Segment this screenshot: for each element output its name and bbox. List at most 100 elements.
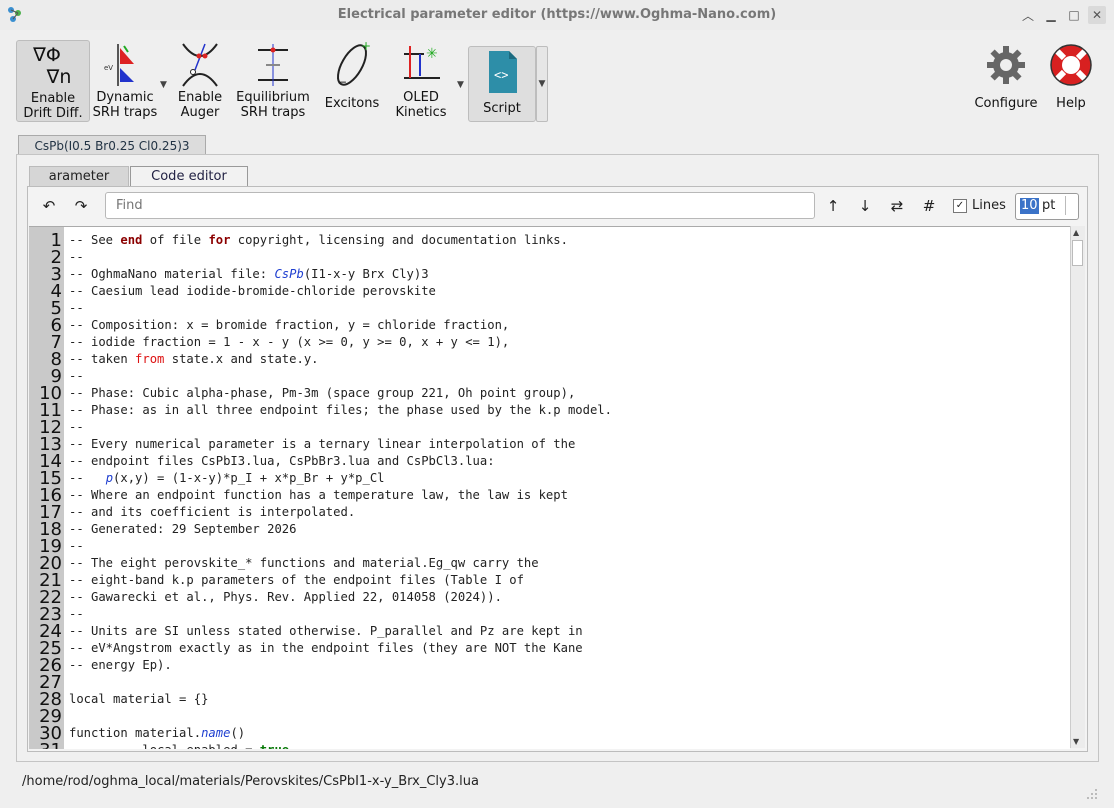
- drift-label-line2: Drift Diff.: [23, 106, 83, 121]
- code-line: -- eV*Angstrom exactly as in the endpoin…: [69, 640, 583, 657]
- code-line: -- p(x,y) = (1-x-y)*p_I + x*p_Br + y*p_C…: [69, 470, 385, 487]
- find-input[interactable]: [105, 192, 815, 219]
- scroll-down-icon[interactable]: ▼: [1073, 737, 1079, 746]
- file-path-status: /home/rod/oghma_local/materials/Perovski…: [22, 774, 479, 789]
- oled-dropdown-arrow-icon[interactable]: ▼: [457, 80, 464, 90]
- eq-label-line2: SRH traps: [240, 105, 306, 120]
- enable-drift-diff-button[interactable]: ∇Φ ∇n Enable Drift Diff.: [16, 40, 90, 122]
- auger-label-line2: Auger: [180, 105, 220, 120]
- code-token: --: [69, 471, 106, 485]
- font-size-value[interactable]: 10: [1020, 198, 1039, 214]
- configure-button[interactable]: Configure: [972, 40, 1040, 120]
- dynamic-srh-traps-button[interactable]: eV Dynamic SRH traps: [90, 40, 160, 120]
- code-token: local material = {}: [69, 692, 209, 706]
- code-token: -- eight-band k.p parameters of the endp…: [69, 573, 524, 587]
- configure-label: Configure: [974, 96, 1038, 111]
- lines-checkbox[interactable]: ✓: [953, 199, 967, 213]
- auger-icon: [182, 43, 218, 87]
- svg-text:+: +: [361, 40, 371, 53]
- code-line: --: [69, 300, 84, 317]
- code-token: --: [69, 539, 84, 553]
- code-token: -- Where an endpoint function has a temp…: [69, 488, 568, 502]
- find-up-icon[interactable]: ↑: [821, 192, 845, 220]
- gradient-icon: ∇Φ ∇n: [28, 41, 78, 91]
- srh-dropdown-arrow-icon[interactable]: ▼: [160, 80, 167, 90]
- code-token: (x,y) = (1-x-y)*p_I + x*p_Br + y*p_Cl: [113, 471, 385, 485]
- drift-label-line1: Enable: [30, 91, 76, 106]
- code-token: -- and its coefficient is interpolated.: [69, 505, 356, 519]
- font-size-spinbox[interactable]: 10 pt: [1015, 193, 1079, 220]
- code-line: -- iodide fraction = 1 - x - y (x >= 0, …: [69, 334, 509, 351]
- excitons-button[interactable]: + − Excitons: [320, 40, 384, 120]
- oled-kinetics-button[interactable]: ✳ OLED Kinetics: [394, 40, 448, 120]
- code-line: -- Phase: Cubic alpha-phase, Pm-3m (spac…: [69, 385, 575, 402]
- oled-label-line2: Kinetics: [395, 105, 447, 120]
- code-token: -- eV*Angstrom exactly as in the endpoin…: [69, 641, 583, 655]
- code-token: --: [69, 420, 84, 434]
- spin-arrows-icon[interactable]: [1065, 196, 1076, 215]
- code-line: -- and its coefficient is interpolated.: [69, 504, 355, 521]
- code-token: -- OghmaNano material file:: [69, 267, 275, 281]
- undo-icon[interactable]: ↶: [36, 192, 62, 220]
- code-line: local enabled = true: [69, 742, 289, 749]
- excitons-label: Excitons: [324, 96, 380, 111]
- code-line: local material = {}: [69, 691, 208, 708]
- code-token: -- Units are SI unless stated otherwise.…: [69, 624, 583, 638]
- svg-text:✳: ✳: [426, 46, 438, 62]
- auger-label-line1: Enable: [177, 90, 223, 105]
- scroll-up-icon[interactable]: ▲: [1073, 228, 1079, 237]
- font-size-unit: pt: [1042, 198, 1056, 213]
- help-label: Help: [1056, 96, 1086, 111]
- code-line: -- The eight perovskite_* functions and …: [69, 555, 539, 572]
- code-token: -- Every numerical parameter is a ternar…: [69, 437, 576, 451]
- code-token: CsPb: [274, 267, 304, 281]
- tab-code-editor[interactable]: Code editor: [130, 166, 248, 188]
- replace-icon[interactable]: ⇄: [885, 192, 909, 220]
- code-area[interactable]: 1 2 3 4 5 6 7 8 9 10 11 12 13 14 15 16 17 18 19 20 21 22 23 24 2…: [29, 226, 1070, 749]
- srh-traps-icon: eV: [104, 44, 134, 86]
- help-button[interactable]: Help: [1046, 40, 1096, 120]
- script-button[interactable]: <> Script: [468, 46, 536, 122]
- code-token: --: [69, 301, 84, 315]
- code-token: -- energy Ep).: [69, 658, 172, 672]
- scrollbar-thumb[interactable]: [1072, 240, 1083, 266]
- collapse-icon[interactable]: ︿: [1019, 6, 1037, 24]
- code-token: --: [69, 369, 84, 383]
- code-token: true: [260, 743, 289, 749]
- code-token: of file: [142, 233, 209, 247]
- code-token: -- See: [69, 233, 121, 247]
- code-line: -- Composition: x = bromide fraction, y …: [69, 317, 509, 334]
- material-tab[interactable]: CsPb(I0.5 Br0.25 Cl0.25)3: [18, 135, 206, 156]
- resize-grip-icon[interactable]: [1086, 788, 1098, 800]
- svg-text:−: −: [337, 75, 347, 89]
- srh-ev-label: eV: [104, 64, 113, 72]
- redo-icon[interactable]: ↷: [68, 192, 94, 220]
- code-line: -- Every numerical parameter is a ternar…: [69, 436, 575, 453]
- gradient-n-text: ∇n: [46, 66, 72, 88]
- script-icon: <>: [489, 51, 517, 93]
- code-line: -- Phase: as in all three endpoint files…: [69, 402, 612, 419]
- code-token: end: [120, 233, 143, 247]
- code-token: -- Phase: Cubic alpha-phase, Pm-3m (spac…: [69, 386, 576, 400]
- code-token: -- Phase: as in all three endpoint files…: [69, 403, 612, 417]
- enable-auger-button[interactable]: Enable Auger: [172, 40, 228, 120]
- oled-kinetics-icon: ✳: [404, 46, 440, 79]
- code-token: (I1-x-y Brx Cly)3: [303, 267, 429, 281]
- lines-label: Lines: [972, 198, 1006, 213]
- minimize-icon[interactable]: ▁: [1042, 6, 1060, 24]
- eq-label-line1: Equilibrium: [236, 90, 310, 105]
- maximize-icon[interactable]: □: [1065, 6, 1083, 24]
- tab-parameter[interactable]: arameter: [29, 166, 129, 188]
- excitons-icon: + −: [337, 40, 371, 89]
- goto-line-icon[interactable]: #: [917, 192, 941, 220]
- vertical-scrollbar[interactable]: ▲ ▼: [1070, 226, 1085, 748]
- code-line: -- Caesium lead iodide-bromide-chloride …: [69, 283, 436, 300]
- code-token: (): [230, 726, 246, 740]
- code-token: -- Composition: x = bromide fraction, y …: [69, 318, 510, 332]
- close-icon[interactable]: ✕: [1088, 6, 1106, 24]
- code-line: -- Units are SI unless stated otherwise.…: [69, 623, 583, 640]
- code-token: p: [105, 471, 114, 485]
- find-down-icon[interactable]: ↓: [853, 192, 877, 220]
- script-dropdown-arrow-icon[interactable]: ▼: [536, 46, 548, 122]
- equilibrium-srh-traps-button[interactable]: Equilibrium SRH traps: [234, 40, 312, 120]
